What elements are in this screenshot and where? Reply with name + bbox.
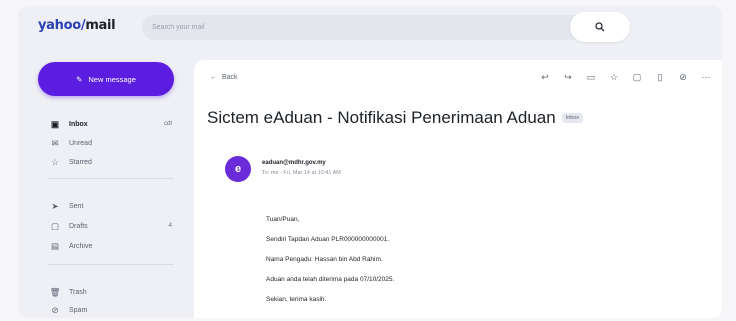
sender-address[interactable]: eaduan@mdhr.gov.my [262,160,326,166]
archive-icon[interactable]: ▭ [585,72,597,83]
sidebar-item-label: Inbox [69,120,88,128]
trash-icon: 🗑︎ [49,286,61,297]
top-bar: yahoo/mail Search your mail ⚙ [18,6,722,48]
sidebar-item-spam[interactable]: ⊘ Spam [48,302,172,318]
sidebar-item-label: Drafts [69,222,88,230]
arrow-left-icon: ← [210,74,217,81]
body-line: Tuan/Puan, [266,216,300,223]
sidebar-item-count: cdt [163,121,172,127]
delete-icon[interactable]: ▯ [654,72,666,83]
body-line: Nama Pengadu: Hassan bin Abd Rahim. [266,256,383,263]
sidebar-item-trash[interactable]: 🗑︎ Trash [48,284,172,300]
body-line: Sendiri Tapdan Aduan PLR000000000001. [266,236,390,243]
star-icon: ☆ [51,156,59,167]
sidebar-item-count: 4 [168,223,172,229]
sidebar: ✎ New message ▣ Inbox cdt ✉ Unread ☆ Sta… [18,48,190,318]
recipient-line[interactable]: To: me · Fri, Mar 14 at 10:41 AM [262,170,341,176]
more-icon[interactable]: ⋯ [700,72,712,83]
sidebar-item-label: Archive [69,242,93,250]
logo[interactable]: yahoo/mail [38,18,116,33]
unread-icon: ✉ [51,137,59,148]
pencil-icon: ✎ [76,74,83,84]
star-icon[interactable]: ☆ [608,72,620,83]
sidebar-item-starred[interactable]: ☆ Starred [48,154,172,170]
logo-suffix: mail [85,18,116,33]
forward-icon[interactable]: ↪ [562,72,574,83]
sidebar-divider [48,178,174,179]
sent-icon: ➤ [51,200,59,211]
draft-icon: ▢ [50,220,60,231]
toolbar-icons: ↩ ↪ ▭ ☆ ▢ ▯ ⊘ ⋯ [539,72,712,83]
logo-main: yahoo/ [38,18,86,33]
sidebar-item-archive[interactable]: ▤ Archive [48,238,172,254]
folder-badge[interactable]: Inbox [561,113,584,123]
spam-icon[interactable]: ⊘ [677,72,689,83]
sidebar-item-inbox[interactable]: ▣ Inbox cdt [48,116,172,132]
sidebar-item-drafts[interactable]: ▢ Drafts 4 [48,218,172,234]
body-line: Sekian, terima kasih. [266,296,327,303]
back-label: Back [222,74,238,81]
search-button[interactable] [570,12,630,42]
reply-all-icon[interactable]: ↩ [539,72,551,83]
search-icon [595,22,605,32]
sidebar-item-label: Sent [69,202,84,210]
search-bar[interactable]: Search your mail ⚙ [142,15,590,40]
inbox-icon: ▣ [50,118,60,129]
compose-label: New message [88,74,136,84]
sidebar-item-sent[interactable]: ➤ Sent [48,198,172,214]
sidebar-item-label: Unread [69,139,92,147]
archive-icon: ▤ [50,240,60,251]
avatar: e [225,156,251,182]
sidebar-item-label: Starred [69,158,92,166]
search-input[interactable]: Search your mail [152,24,564,31]
back-button[interactable]: ← Back [210,74,238,81]
spam-icon: ⊘ [51,304,59,315]
sidebar-item-unread[interactable]: ✉ Unread [48,135,172,151]
body-line: Aduan anda telah diterima pada 07/10/202… [266,276,395,283]
message-toolbar: ← Back ↩ ↪ ▭ ☆ ▢ ▯ ⊘ ⋯ [194,60,722,100]
subject-text: Sictem eAduan - Notifikasi Penerimaan Ad… [207,108,556,127]
sidebar-divider [48,264,174,265]
sidebar-item-label: Trash [69,288,87,296]
compose-button[interactable]: ✎ New message [38,62,174,96]
message-pane: ← Back ↩ ↪ ▭ ☆ ▢ ▯ ⊘ ⋯ Sictem eAduan - N… [194,60,722,318]
move-icon[interactable]: ▢ [631,72,643,83]
sidebar-item-label: Spam [69,306,88,314]
app-frame: yahoo/mail Search your mail ⚙ ✎ New mess… [18,6,722,318]
message-subject: Sictem eAduan - Notifikasi Penerimaan Ad… [207,108,584,128]
